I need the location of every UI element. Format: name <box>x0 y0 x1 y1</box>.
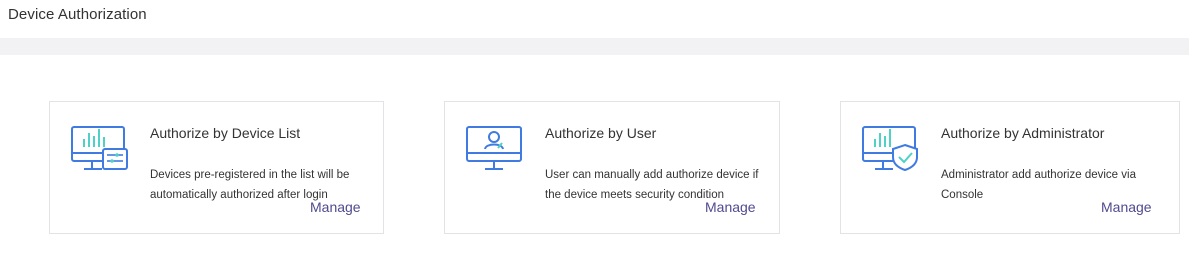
monitor-shield-icon <box>861 123 921 175</box>
page-header: Device Authorization <box>0 0 1189 38</box>
card-authorize-by-administrator: Authorize by Administrator Administrator… <box>840 101 1180 234</box>
manage-device-list-link[interactable]: Manage <box>310 199 361 215</box>
card-title: Authorize by Device List <box>150 125 301 141</box>
card-title: Authorize by User <box>545 125 657 141</box>
monitor-user-icon <box>465 123 525 175</box>
header-divider <box>0 38 1189 55</box>
page-title: Device Authorization <box>8 6 147 23</box>
card-authorize-by-user: Authorize by User User can manually add … <box>444 101 780 234</box>
manage-user-link[interactable]: Manage <box>705 199 756 215</box>
monitor-list-icon <box>70 123 130 175</box>
authorization-options: Authorize by Device List Devices pre-reg… <box>0 55 1189 258</box>
manage-administrator-link[interactable]: Manage <box>1101 199 1152 215</box>
card-title: Authorize by Administrator <box>941 125 1105 141</box>
card-authorize-by-device-list: Authorize by Device List Devices pre-reg… <box>49 101 384 234</box>
